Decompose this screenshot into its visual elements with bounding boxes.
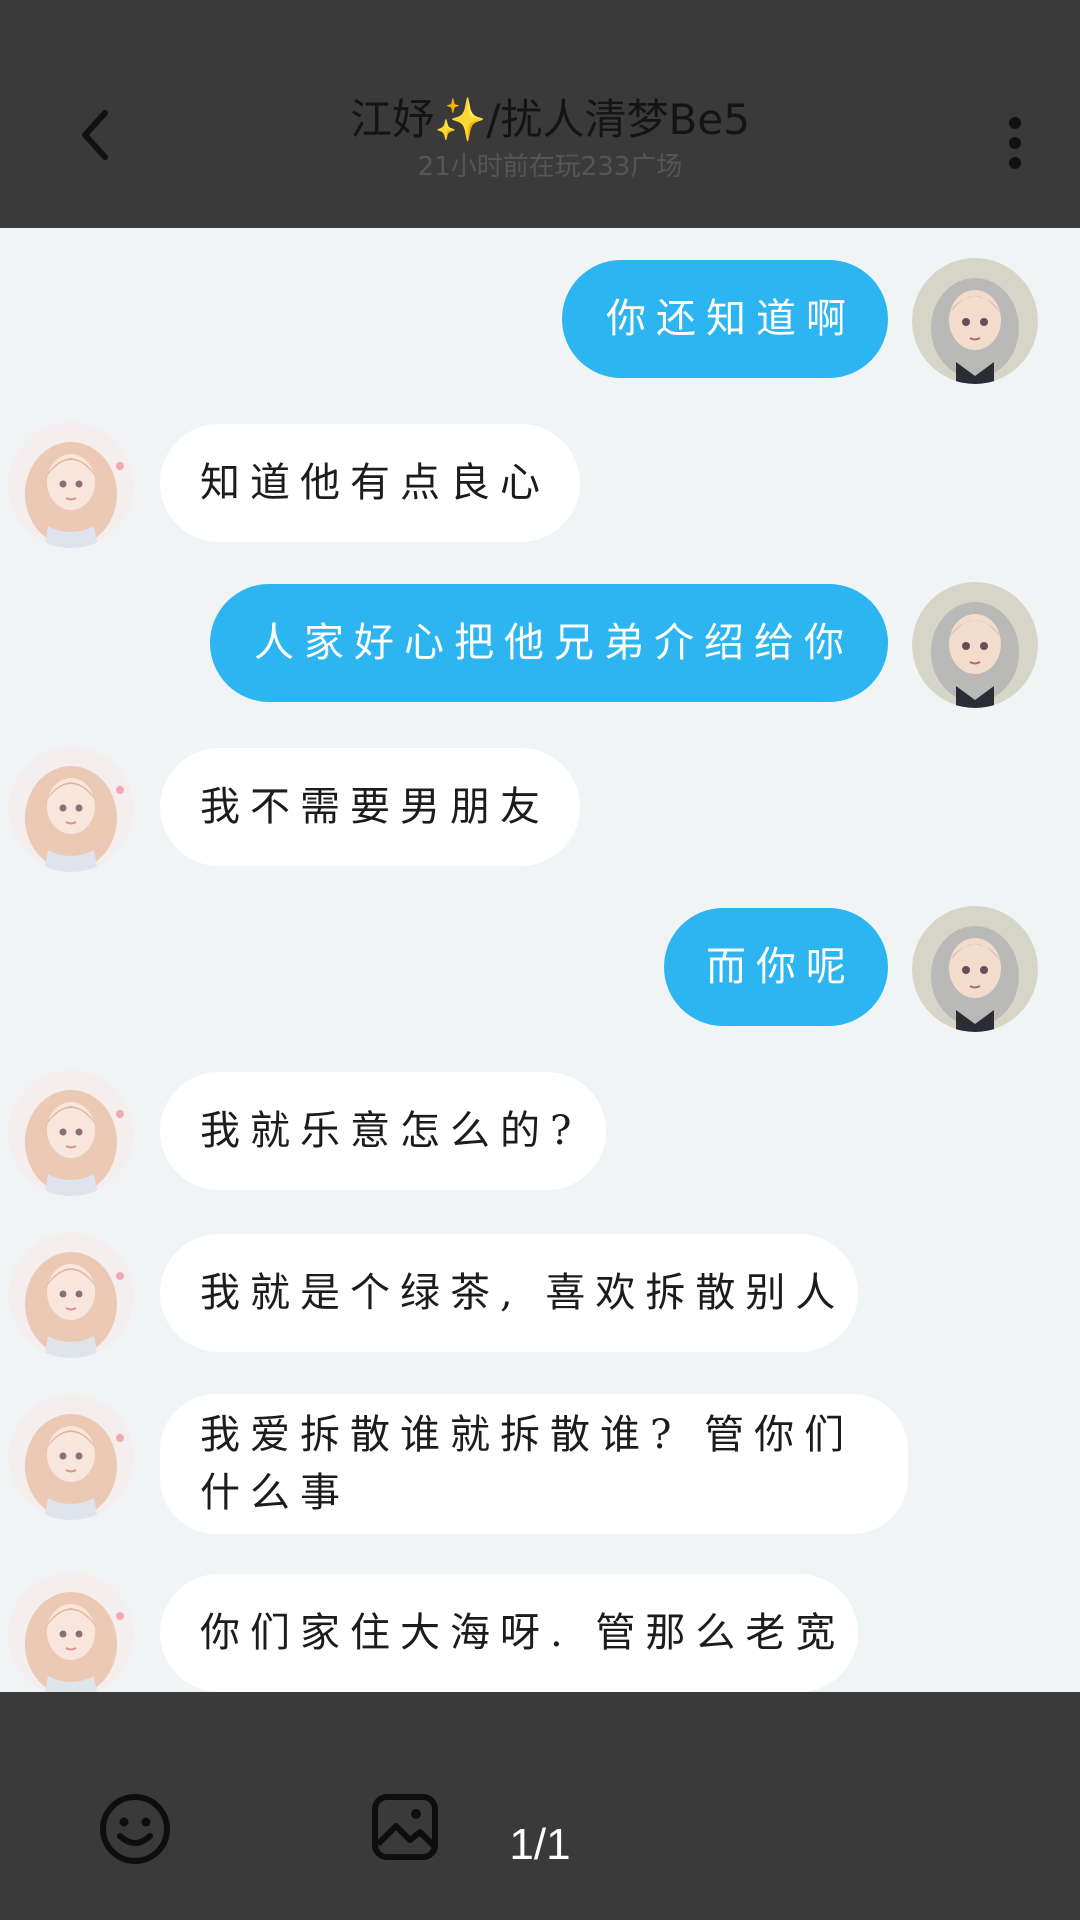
input-toolbar <box>0 1692 1080 1920</box>
message-bubble-received: 知道他有点良心 <box>160 424 580 542</box>
blonde-girl-avatar-icon <box>8 1394 134 1520</box>
message-text: 而你呢 <box>706 944 856 990</box>
message-bubble-received: 我就乐意怎么的? <box>160 1072 606 1190</box>
title-rest: /扰人清梦Be5 <box>486 95 750 144</box>
emoji-button[interactable] <box>98 1792 172 1866</box>
message-bubble-sent: 而你呢 <box>664 908 888 1026</box>
message-text: 你们家住大海呀. 管那么老宽 <box>200 1610 846 1656</box>
avatar-self <box>912 906 1038 1032</box>
blonde-girl-avatar-icon <box>8 422 134 548</box>
avatar-other <box>8 746 134 872</box>
sparkle-icon: ✨ <box>434 95 487 144</box>
message-text: 你还知道啊 <box>606 296 856 342</box>
back-button[interactable] <box>60 100 130 170</box>
message-text: 我就乐意怎么的? <box>200 1108 582 1154</box>
blonde-girl-avatar-icon <box>8 1232 134 1358</box>
chat-title-area: 江妤✨/扰人清梦Be5 21小时前在玩233广场 <box>200 92 900 184</box>
message-bubble-sent: 你还知道啊 <box>562 260 888 378</box>
avatar-self <box>912 582 1038 708</box>
blonde-girl-avatar-icon <box>8 1572 134 1692</box>
chat-screenshot-image[interactable]: 你还知道啊 知道他有点良心 人家好心把他兄弟介绍给你 我不需要男朋友 而你呢 我… <box>0 228 1080 1692</box>
avatar-other <box>8 422 134 548</box>
blonde-girl-avatar-icon <box>8 746 134 872</box>
blonde-girl-avatar-icon <box>8 1070 134 1196</box>
grey-hair-girl-avatar-icon <box>912 906 1038 1032</box>
grey-hair-girl-avatar-icon <box>912 582 1038 708</box>
avatar-other <box>8 1070 134 1196</box>
chat-title: 江妤✨/扰人清梦Be5 <box>200 92 900 148</box>
message-text: 人家好心把他兄弟介绍给你 <box>254 620 854 666</box>
message-text: 我不需要男朋友 <box>200 784 550 830</box>
message-bubble-received: 你们家住大海呀. 管那么老宽 <box>160 1574 858 1692</box>
grey-hair-girl-avatar-icon <box>912 258 1038 384</box>
image-icon <box>372 1794 438 1860</box>
avatar-other <box>8 1232 134 1358</box>
last-active-status: 21小时前在玩233广场 <box>417 152 683 182</box>
smiley-icon <box>100 1794 170 1864</box>
title-name: 江妤 <box>350 95 435 144</box>
more-vertical-icon <box>1009 117 1021 169</box>
more-options-button[interactable] <box>980 108 1050 178</box>
chevron-left-icon <box>82 110 108 160</box>
message-bubble-received: 我就是个绿茶, 喜欢拆散别人 <box>160 1234 858 1352</box>
image-viewer-screen: 江妤✨/扰人清梦Be5 21小时前在玩233广场 你还知道啊 知道他有点良心 人… <box>0 0 1080 1920</box>
image-picker-button[interactable] <box>370 1792 440 1862</box>
message-text: 我爱拆散谁就拆散谁? 管你们什么事 <box>200 1412 855 1516</box>
message-bubble-received: 我不需要男朋友 <box>160 748 580 866</box>
message-bubble-sent: 人家好心把他兄弟介绍给你 <box>210 584 888 702</box>
chat-header: 江妤✨/扰人清梦Be5 21小时前在玩233广场 <box>0 0 1080 228</box>
page-indicator: 1/1 <box>509 1820 571 1869</box>
message-text: 我就是个绿茶, 喜欢拆散别人 <box>200 1270 846 1316</box>
avatar-self <box>912 258 1038 384</box>
avatar-other <box>8 1572 134 1692</box>
avatar-other <box>8 1394 134 1520</box>
message-bubble-received: 我爱拆散谁就拆散谁? 管你们什么事 <box>160 1394 908 1534</box>
message-text: 知道他有点良心 <box>200 460 550 506</box>
